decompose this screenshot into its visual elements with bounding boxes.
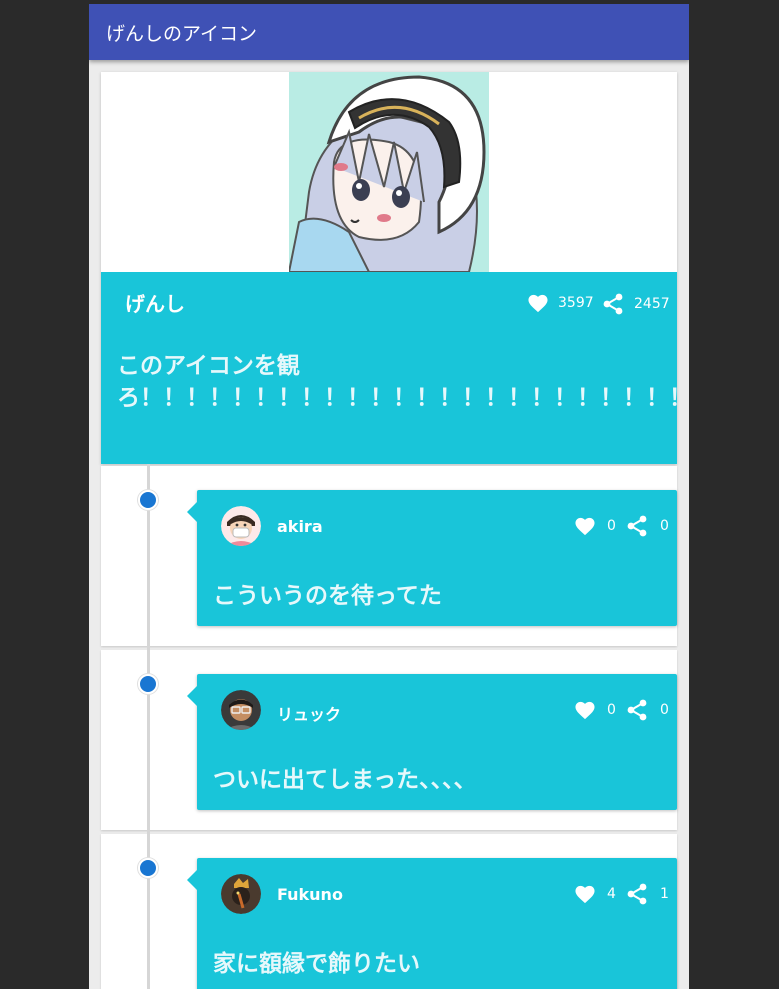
comment-body-text: ついに出てしまった、、、、 <box>213 767 477 793</box>
heart-icon <box>575 701 595 720</box>
comment-body-text: 家に額縁で飾りたい <box>213 951 420 977</box>
user-avatar-glasses-person <box>221 690 261 730</box>
comment-author-name[interactable]: akira <box>277 517 323 536</box>
comment-like-button[interactable]: 0 <box>574 516 616 536</box>
heart-icon <box>575 517 595 536</box>
post-body-text: このアイコンを観ろ！！！！！！！！！！！！！！！！！！！！！！！！！！！！！！ <box>117 353 689 411</box>
comment-share-button[interactable]: 0 <box>627 515 669 537</box>
post-like-count: 3597 <box>558 295 594 311</box>
comment-like-count: 0 <box>607 518 616 534</box>
post-author-name[interactable]: げんし <box>125 288 185 317</box>
post-share-count: 2457 <box>634 296 670 312</box>
avatar[interactable] <box>221 690 261 730</box>
comment-row: リュック 0 0 ついに出てしまった、、、、 <box>101 650 677 830</box>
post-share-button[interactable]: 2457 <box>603 293 670 315</box>
post-icon-image[interactable] <box>289 72 489 272</box>
comment-share-count: 1 <box>660 886 669 902</box>
comment-share-button[interactable]: 1 <box>627 883 669 905</box>
share-icon <box>627 883 647 905</box>
app-window: げんしのアイコン げんし 3597 2457 このアイコンを観ろ！！！！！！！！… <box>89 4 689 989</box>
share-icon <box>603 293 623 315</box>
heart-icon <box>575 885 595 904</box>
comment-share-count: 0 <box>660 702 669 718</box>
app-title: げんしのアイコン <box>106 22 258 45</box>
comment-body-text: こういうのを待ってた <box>213 583 442 609</box>
avatar[interactable] <box>221 506 261 546</box>
post-info-panel: げんし 3597 2457 このアイコンを観ろ！！！！！！！！！！！！！！！！！… <box>101 272 689 464</box>
post-card[interactable]: げんし 3597 2457 このアイコンを観ろ！！！！！！！！！！！！！！！！！… <box>101 72 689 464</box>
comment-card[interactable]: Fukuno 4 1 家に額縁で飾りたい <box>187 858 677 989</box>
share-icon <box>627 515 647 537</box>
anime-character-illustration <box>289 72 489 272</box>
avatar[interactable] <box>221 874 261 914</box>
user-avatar-character <box>221 874 261 914</box>
comment-like-button[interactable]: 4 <box>574 884 616 904</box>
comment-share-button[interactable]: 0 <box>627 699 669 721</box>
app-bar: げんしのアイコン <box>89 4 689 60</box>
comment-row: Fukuno 4 1 家に額縁で飾りたい <box>101 834 677 989</box>
comment-like-button[interactable]: 0 <box>574 700 616 720</box>
heart-icon <box>528 294 548 313</box>
comment-card[interactable]: リュック 0 0 ついに出てしまった、、、、 <box>187 674 677 810</box>
comment-card[interactable]: akira 0 0 こういうのを待ってた <box>187 490 677 626</box>
post-like-button[interactable]: 3597 <box>527 293 594 313</box>
comment-row: akira 0 0 こういうのを待ってた <box>101 466 677 646</box>
user-avatar-masked-person <box>221 506 261 546</box>
timeline-dot <box>138 490 158 510</box>
timeline-dot <box>138 858 158 878</box>
timeline-dot <box>138 674 158 694</box>
timeline-line <box>147 464 150 989</box>
comment-author-name[interactable]: Fukuno <box>277 885 343 904</box>
share-icon <box>627 699 647 721</box>
comment-like-count: 0 <box>607 702 616 718</box>
comment-like-count: 4 <box>607 886 616 902</box>
comment-share-count: 0 <box>660 518 669 534</box>
comment-author-name[interactable]: リュック <box>277 701 341 725</box>
